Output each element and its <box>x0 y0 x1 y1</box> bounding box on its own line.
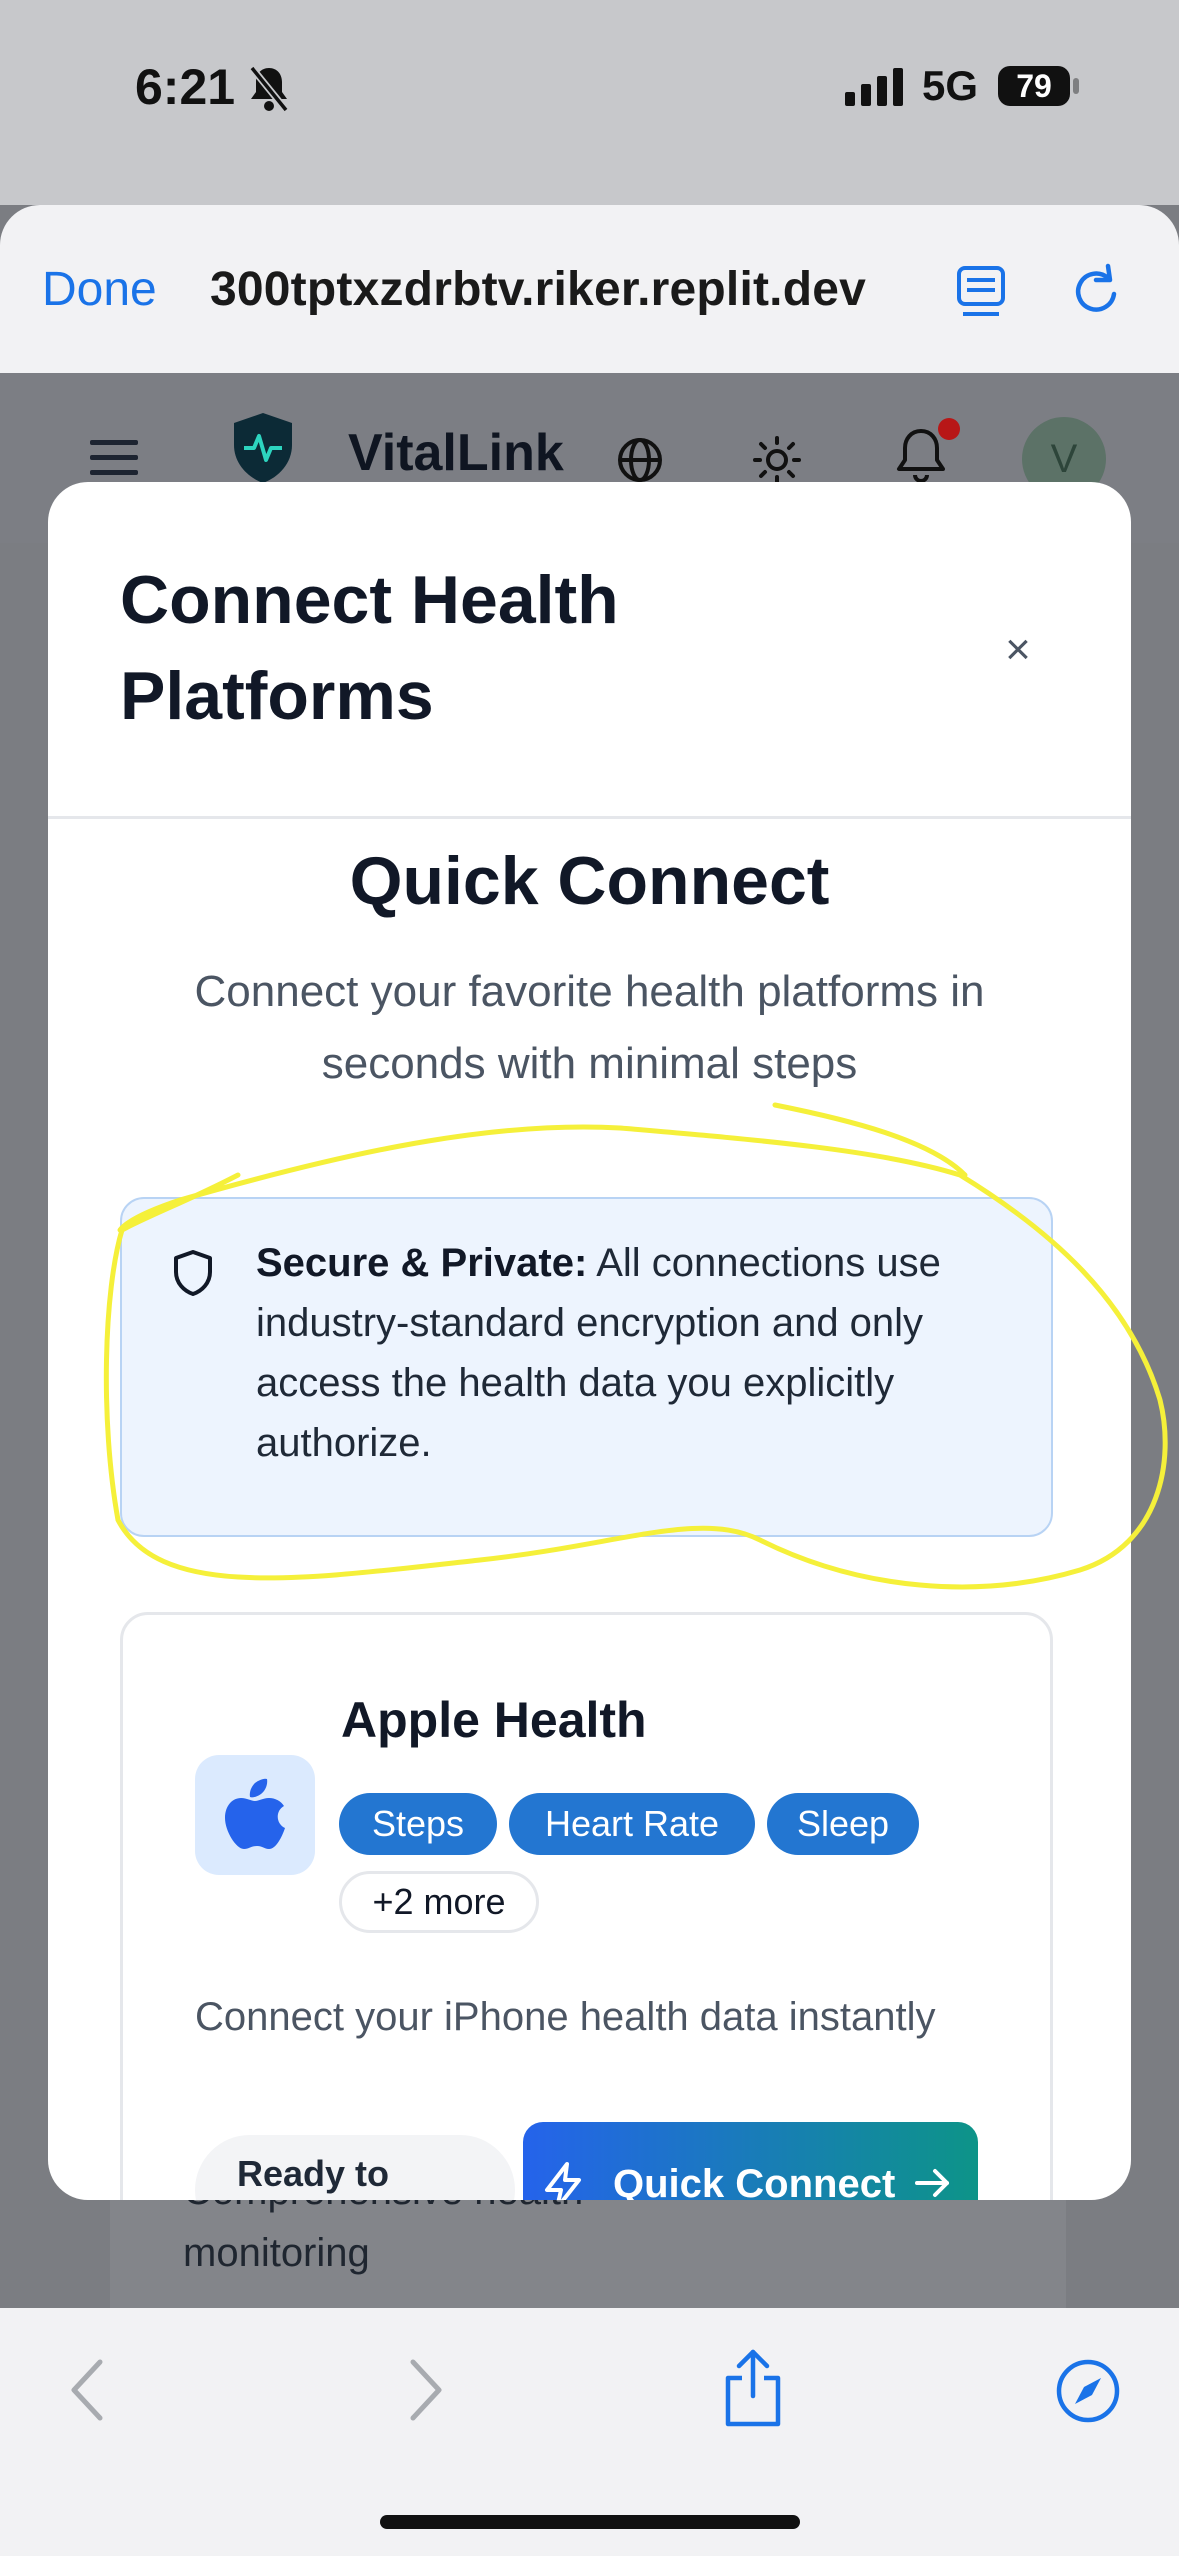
forward-icon[interactable] <box>405 2358 445 2427</box>
apple-logo-icon <box>221 1775 289 1860</box>
bell-off-icon <box>248 64 290 117</box>
connection-status-badge: Ready to <box>195 2135 515 2200</box>
security-notice-title: Secure & Private: <box>256 1241 588 1285</box>
compass-icon[interactable] <box>1055 2358 1121 2429</box>
url-field[interactable]: 300tptxzdrbtv.riker.replit.dev <box>210 262 866 317</box>
status-time: 6:21 <box>135 59 236 115</box>
background-text-line: monitoring <box>183 2231 370 2275</box>
platform-name: Apple Health <box>341 1692 647 1748</box>
quick-connect-button[interactable]: Quick Connect <box>523 2122 978 2200</box>
platform-card-apple-health: Apple Health Steps Heart Rate Sleep +2 m… <box>120 1612 1053 2200</box>
done-button[interactable]: Done <box>42 262 157 317</box>
shield-icon <box>172 1249 214 1302</box>
chip-more: +2 more <box>339 1871 539 1933</box>
connection-status-text: Ready to <box>237 2153 390 2194</box>
close-button[interactable]: × <box>988 620 1048 680</box>
arrow-right-icon <box>913 2166 953 2200</box>
share-icon[interactable] <box>722 2348 784 2433</box>
cell-signal-icon <box>845 68 905 111</box>
menu-icon[interactable] <box>90 438 138 483</box>
back-icon[interactable] <box>68 2358 108 2427</box>
quick-connect-subtitle: Connect your favorite health platforms i… <box>194 967 985 1088</box>
modal-title: Connect Health Platforms <box>120 562 619 734</box>
security-notice-text: Secure & Private: All connections use in… <box>256 1233 1026 1473</box>
reader-icon[interactable] <box>955 262 1007 325</box>
battery-level: 79 <box>998 66 1070 106</box>
apple-health-tile <box>195 1755 315 1875</box>
bolt-icon <box>543 2162 583 2200</box>
reload-icon[interactable] <box>1070 262 1126 325</box>
chip-sleep: Sleep <box>767 1793 919 1855</box>
brand-name: VitalLink <box>348 424 564 482</box>
quick-connect-title: Quick Connect <box>349 843 830 919</box>
network-type: 5G <box>922 62 979 109</box>
home-indicator <box>380 2515 800 2529</box>
quick-connect-button-label: Quick Connect <box>613 2162 896 2200</box>
chip-heart-rate: Heart Rate <box>509 1793 755 1855</box>
connect-platforms-modal: Connect Health Platforms × Quick Connect… <box>48 482 1131 2200</box>
security-notice: Secure & Private: All connections use in… <box>120 1197 1053 1537</box>
vitallink-logo-icon <box>228 410 298 491</box>
battery-cap <box>1073 78 1079 94</box>
notification-dot <box>938 418 960 440</box>
platform-description: Connect your iPhone health data instantl… <box>195 1995 936 2039</box>
chip-steps: Steps <box>339 1793 497 1855</box>
modal-divider <box>48 816 1131 819</box>
